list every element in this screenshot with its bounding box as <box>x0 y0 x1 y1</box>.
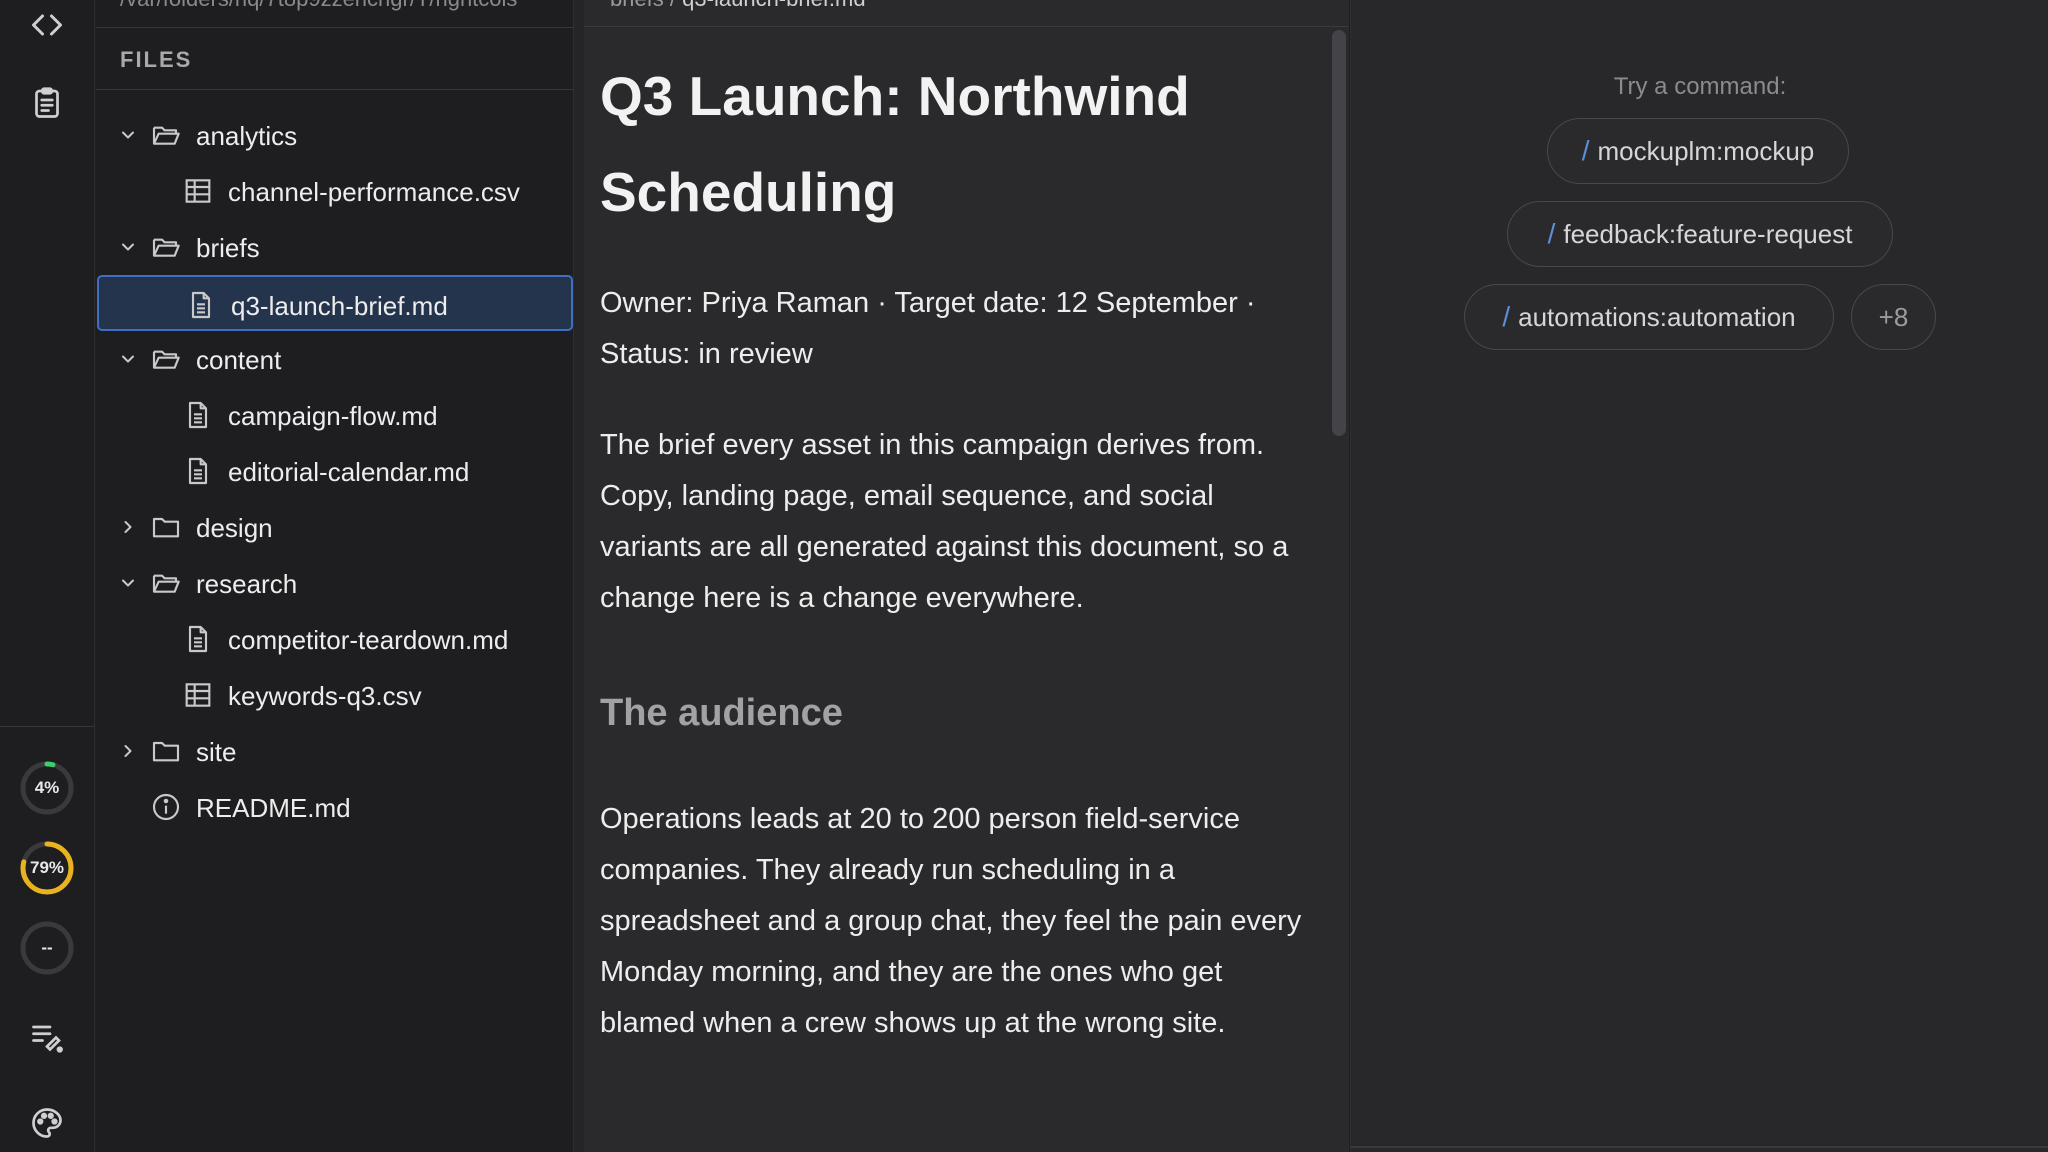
folder-closed-icon <box>150 511 182 543</box>
rail-divider <box>0 726 95 727</box>
file-row[interactable]: q3-launch-brief.md <box>97 275 573 331</box>
tree-item-label: keywords-q3.csv <box>228 681 422 711</box>
command-chip-mockup[interactable]: / mockuplm:mockup <box>1547 118 1849 184</box>
tree-item-label: editorial-calendar.md <box>228 457 470 487</box>
chevron-right-icon[interactable] <box>118 741 138 761</box>
app-window: 4% 79% -- /var/folders/hq/7t8p9zzehchgr/… <box>0 0 2048 1152</box>
file-row[interactable]: competitor-teardown.md <box>96 611 574 667</box>
slash-icon: / <box>1547 218 1556 249</box>
folder-open-icon <box>150 119 182 151</box>
file-row[interactable]: editorial-calendar.md <box>96 443 574 499</box>
tree-item-label: competitor-teardown.md <box>228 625 509 655</box>
workspace-path: /var/folders/hq/7t8p9zzehchgr/T/rightcol… <box>120 0 560 14</box>
title-line: Q3 Launch: Northwind <box>600 65 1190 127</box>
tree-item-label: channel-performance.csv <box>228 177 520 207</box>
breadcrumb-file[interactable]: q3-launch-brief.md <box>682 0 865 11</box>
document-icon <box>182 399 214 431</box>
slash-icon: / <box>1502 301 1511 332</box>
document-pane: briefs / q3-launch-brief.md Q3 Launch: N… <box>584 0 1349 1152</box>
document-tabbar: briefs / q3-launch-brief.md <box>584 0 1349 27</box>
chevron-right-icon[interactable] <box>118 517 138 537</box>
more-commands-chip[interactable]: +8 <box>1851 284 1936 350</box>
document-icon <box>182 623 214 655</box>
breadcrumb-folder[interactable]: briefs <box>610 0 664 11</box>
palette-icon[interactable] <box>22 1098 72 1148</box>
audience-paragraph: Operations leads at 20 to 200 person fie… <box>600 803 1302 1039</box>
folder-row[interactable]: briefs <box>96 219 574 275</box>
edit-list-icon[interactable] <box>22 1011 72 1061</box>
tree-item-label: q3-launch-brief.md <box>231 291 448 321</box>
command-label: mockuplm:mockup <box>1597 135 1815 166</box>
document-body: Q3 Launch: Northwind Scheduling Owner: P… <box>600 48 1310 1049</box>
tree-item-label: campaign-flow.md <box>228 401 438 431</box>
folder-open-icon <box>150 231 182 263</box>
divider <box>1351 1146 2048 1148</box>
tree-item-label: briefs <box>196 233 260 263</box>
chevron-down-icon[interactable] <box>118 125 138 145</box>
folder-closed-icon <box>150 735 182 767</box>
document-icon <box>182 455 214 487</box>
tree-item-label: analytics <box>196 121 298 151</box>
folder-open-icon <box>150 567 182 599</box>
file-row[interactable]: campaign-flow.md <box>96 387 574 443</box>
folder-row[interactable]: analytics <box>96 107 574 163</box>
info-icon <box>150 791 182 823</box>
usage-gauge-empty[interactable]: -- <box>18 919 76 977</box>
tree-item-label: content <box>196 345 282 375</box>
folder-row[interactable]: research <box>96 555 574 611</box>
tree-item-label: README.md <box>196 793 351 823</box>
chevron-down-icon[interactable] <box>118 573 138 593</box>
usage-gauge-79[interactable]: 79% <box>18 839 76 897</box>
breadcrumb-separator: / <box>670 0 676 11</box>
document-icon <box>185 289 217 321</box>
gauge-label: -- <box>41 938 53 957</box>
divider <box>96 89 574 90</box>
folder-open-icon <box>150 343 182 375</box>
command-label: automations:automation <box>1518 301 1796 332</box>
document-title: Q3 Launch: Northwind Scheduling <box>600 48 1310 240</box>
breadcrumb: briefs / q3-launch-brief.md <box>610 0 866 12</box>
activity-rail: 4% 79% -- <box>0 0 95 1152</box>
tree-item-label: site <box>196 737 237 767</box>
clipboard-icon[interactable] <box>22 78 72 128</box>
table-icon <box>182 679 214 711</box>
folder-row[interactable]: content <box>96 331 574 387</box>
folder-row[interactable]: design <box>96 499 574 555</box>
files-heading: FILES <box>120 47 193 72</box>
explorer-scrollbar[interactable] <box>574 0 584 1152</box>
command-chip-feature-request[interactable]: / feedback:feature-request <box>1507 201 1893 267</box>
table-icon <box>182 175 214 207</box>
try-command-label: Try a command: <box>1613 73 1787 100</box>
document-meta: Owner: Priya Raman · Target date: 12 Sep… <box>600 287 1256 370</box>
file-row[interactable]: channel-performance.csv <box>96 163 574 219</box>
tree-item-label: research <box>196 569 298 599</box>
intro-paragraph: The brief every asset in this campaign d… <box>600 429 1289 614</box>
chevron-down-icon[interactable] <box>118 237 138 257</box>
code-icon[interactable] <box>22 0 72 50</box>
chevron-down-icon[interactable] <box>118 349 138 369</box>
divider <box>96 27 574 28</box>
title-line: Scheduling <box>600 161 897 223</box>
document-scroll-thumb[interactable] <box>1332 30 1346 436</box>
file-row[interactable]: README.md <box>96 779 574 835</box>
gauge-label: 79% <box>29 858 65 877</box>
command-label: feedback:feature-request <box>1563 218 1853 249</box>
slash-icon: / <box>1581 135 1590 166</box>
file-explorer: /var/folders/hq/7t8p9zzehchgr/T/rightcol… <box>96 0 574 1152</box>
command-panel: Try a command: / mockuplm:mockup / feedb… <box>1350 0 2048 1152</box>
folder-row[interactable]: site <box>96 723 574 779</box>
usage-gauge-4[interactable]: 4% <box>18 759 76 817</box>
section-heading: The audience <box>600 692 843 734</box>
file-row[interactable]: keywords-q3.csv <box>96 667 574 723</box>
gauge-label: 4% <box>34 778 60 797</box>
tree-item-label: design <box>196 513 273 543</box>
command-chip-automation[interactable]: / automations:automation <box>1464 284 1834 350</box>
